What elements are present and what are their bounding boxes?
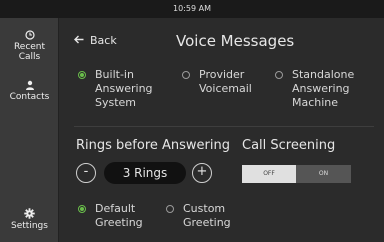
sidebar-item-settings[interactable]: Settings bbox=[0, 208, 59, 231]
arrow-left-icon bbox=[74, 34, 90, 47]
back-button[interactable]: Back bbox=[74, 34, 117, 47]
main-panel: Back Voice Messages Built-in Answering S… bbox=[60, 18, 384, 242]
radio-label: Provider Voicemail bbox=[199, 68, 252, 95]
radio-indicator bbox=[166, 205, 174, 213]
increase-rings-button[interactable]: + bbox=[192, 163, 212, 183]
toggle-off-segment[interactable]: OFF bbox=[242, 165, 296, 183]
radio-built-in-answering-system[interactable]: Built-in Answering System bbox=[78, 68, 153, 110]
radio-label: Built-in Answering System bbox=[95, 68, 153, 109]
sidebar-item-label: Recent Calls bbox=[13, 42, 46, 62]
divider bbox=[74, 126, 374, 127]
call-screening-toggle[interactable]: OFF ON bbox=[242, 165, 351, 183]
radio-label: Default Greeting bbox=[95, 202, 143, 229]
status-bar: 10:59 AM bbox=[0, 0, 384, 18]
radio-standalone-answering-machine[interactable]: Standalone Answering Machine bbox=[275, 68, 354, 110]
toggle-on-segment[interactable]: ON bbox=[296, 165, 351, 183]
status-time: 10:59 AM bbox=[173, 4, 211, 13]
radio-indicator bbox=[182, 71, 190, 79]
radio-default-greeting[interactable]: Default Greeting bbox=[78, 202, 143, 230]
sidebar-item-label: Settings bbox=[11, 221, 48, 231]
call-screening-label: Call Screening bbox=[242, 138, 336, 153]
rings-label: Rings before Answering bbox=[76, 138, 230, 153]
person-icon bbox=[0, 80, 59, 90]
gear-icon bbox=[0, 208, 59, 219]
clock-icon bbox=[0, 30, 59, 40]
sidebar-item-contacts[interactable]: Contacts bbox=[0, 80, 59, 102]
sidebar: Recent Calls Contacts Settings bbox=[0, 18, 59, 242]
rings-value: 3 Rings bbox=[104, 162, 186, 184]
sidebar-item-recent-calls[interactable]: Recent Calls bbox=[0, 30, 59, 62]
page-title: Voice Messages bbox=[176, 32, 295, 50]
radio-label: Standalone Answering Machine bbox=[292, 68, 355, 109]
radio-indicator bbox=[275, 71, 283, 79]
radio-label: Custom Greeting bbox=[183, 202, 231, 229]
radio-custom-greeting[interactable]: Custom Greeting bbox=[166, 202, 231, 230]
radio-provider-voicemail[interactable]: Provider Voicemail bbox=[182, 68, 252, 96]
radio-selected-indicator bbox=[78, 71, 86, 79]
radio-selected-indicator bbox=[78, 205, 86, 213]
back-label: Back bbox=[90, 34, 117, 47]
sidebar-item-label: Contacts bbox=[9, 92, 50, 102]
decrease-rings-button[interactable]: - bbox=[76, 163, 96, 183]
